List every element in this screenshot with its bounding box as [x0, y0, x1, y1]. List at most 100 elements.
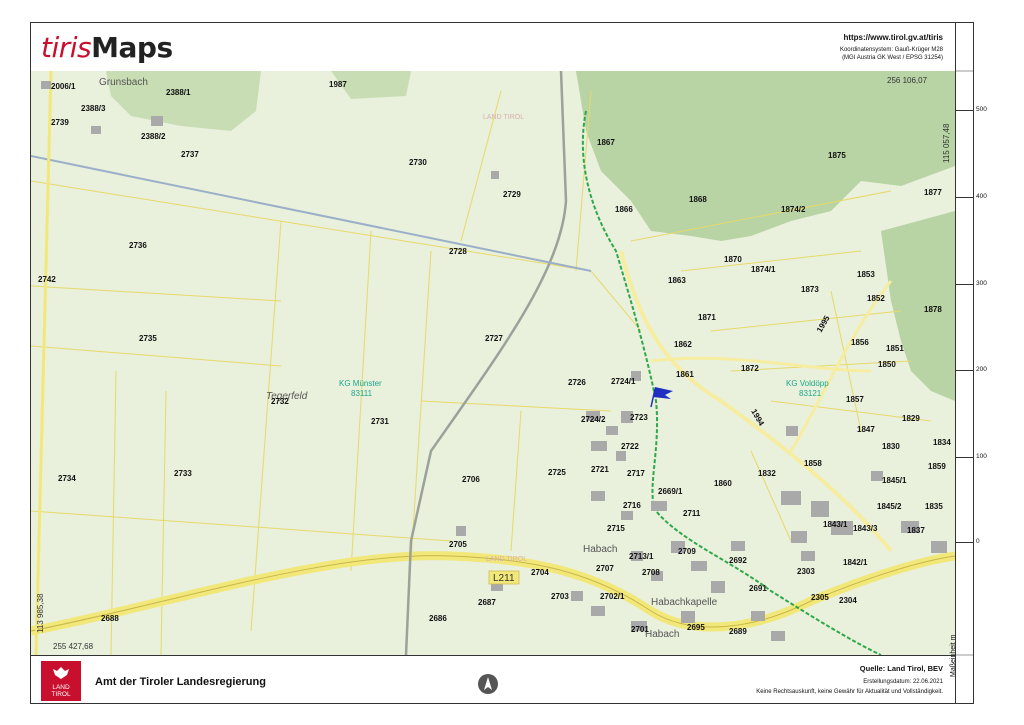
parcel-label: 1851	[886, 344, 904, 353]
parcel-label: 1843/3	[853, 524, 878, 533]
parcel-label: 1868	[689, 195, 707, 204]
parcel-label: 1866	[615, 205, 633, 214]
parcel-label: 2704	[531, 568, 549, 577]
parcel-label: 2304	[839, 596, 857, 605]
parcel-label: 1850	[878, 360, 896, 369]
parcel-label: 2705	[449, 540, 467, 549]
parcel-label: 1863	[668, 276, 686, 285]
scale-tick	[955, 370, 973, 371]
parcel-label: 1847	[857, 425, 875, 434]
parcel-label: 1860	[714, 479, 732, 488]
parcel-label: 2006/1	[51, 82, 76, 91]
parcel-label: 2689	[729, 627, 747, 636]
place-habach-2: Habach	[645, 629, 679, 640]
parcel-label: 2703	[551, 592, 569, 601]
scale-tick-label: 200	[976, 366, 987, 373]
coord-system: Koordinatensystem: Gauß-Krüger M28 (MGI …	[839, 47, 943, 61]
parcel-label: 2731	[371, 417, 389, 426]
tiris-url-link[interactable]: https://www.tirol.gv.at/tiris	[840, 33, 943, 42]
parcel-label: 2733	[174, 469, 192, 478]
parcel-label: 1829	[902, 414, 920, 423]
source-label: Quelle: Land Tirol, BEV	[859, 664, 943, 673]
parcel-label: 2707	[596, 564, 614, 573]
parcel-label: 1843/1	[823, 520, 848, 529]
scale-bar	[955, 23, 974, 703]
disclaimer: Keine Rechtsauskunft, keine Gewähr für A…	[756, 689, 943, 695]
source-info: Quelle: Land Tirol, BEV Erstellungsdatum…	[756, 664, 943, 695]
tiris-maps-logo: tirisMaps	[41, 31, 173, 64]
parcel-label: 2388/1	[166, 88, 191, 97]
district-kg-voldoepp-code: 83121	[799, 389, 822, 398]
parcel-label: 2702/1	[600, 592, 625, 601]
scale-tick	[955, 197, 973, 198]
parcel-label: 2695	[687, 623, 705, 632]
parcel-label: 2388/2	[141, 132, 166, 141]
land-tirol-coat-of-arms: LAND TIROL	[41, 661, 81, 701]
map-svg[interactable]: LAND TIROL LAND TIROL L211 Grunsbach Teg…	[31, 71, 955, 655]
parcel-label: 1878	[924, 305, 942, 314]
office-name: Amt der Tiroler Landesregierung	[95, 676, 266, 688]
corner-coord-bottom-left: 255 427,68	[53, 642, 94, 651]
parcel-label: 1987	[329, 80, 347, 89]
parcel-label: 1871	[698, 313, 716, 322]
parcel-label: 2736	[129, 241, 147, 250]
parcel-label: 2305	[811, 593, 829, 602]
scale-tick-label: 400	[976, 193, 987, 200]
parcel-label: 2727	[485, 334, 503, 343]
parcel-label: 1873	[801, 285, 819, 294]
parcel-label: 2728	[449, 247, 467, 256]
parcel-label: 2711	[683, 509, 701, 518]
road-label-l211: L211	[493, 573, 515, 584]
parcel-label: 2735	[139, 334, 157, 343]
corner-coord-left-vertical: 113 985,38	[36, 593, 45, 633]
parcel-label: 2739	[51, 118, 69, 127]
parcel-label: 1832	[758, 469, 776, 478]
parcel-label: 1835	[925, 502, 943, 511]
parcel-label: 2706	[462, 475, 480, 484]
parcel-label: 1842/1	[843, 558, 868, 567]
parcel-label: 2730	[409, 158, 427, 167]
place-habach: Habach	[583, 544, 617, 555]
parcel-label: 2723	[630, 413, 648, 422]
parcel-label: 2701	[631, 625, 649, 634]
parcel-label: 2716	[623, 501, 641, 510]
print-frame: tirisMaps https://www.tirol.gv.at/tiris …	[30, 22, 974, 704]
parcel-label: 1845/1	[882, 476, 907, 485]
parcel-label: 2709	[678, 547, 696, 556]
parcel-label: 1856	[851, 338, 869, 347]
watermark-land-tirol: LAND TIROL	[483, 114, 524, 121]
place-grunsbach: Grunsbach	[99, 77, 148, 88]
parcel-label: 2388/3	[81, 104, 106, 113]
parcel-label: 2669/1	[658, 487, 683, 496]
parcel-label: 1857	[846, 395, 864, 404]
watermark-land-tirol: LAND TIROL	[486, 556, 527, 563]
north-arrow-icon	[478, 674, 498, 694]
parcel-label: 1830	[882, 442, 900, 451]
corner-coord-right-vertical: 115 057,48	[942, 123, 951, 163]
parcel-label: 2742	[38, 275, 56, 284]
footer: LAND TIROL Amt der Tiroler Landesregieru…	[31, 655, 955, 704]
scale-tick	[955, 457, 973, 458]
parcel-label: 1845/2	[877, 502, 902, 511]
parcel-label: 2737	[181, 150, 199, 159]
parcel-label: 2724/1	[611, 377, 636, 386]
parcel-label: 2692	[729, 556, 747, 565]
parcel-label: 2691	[749, 584, 767, 593]
parcel-label: 2734	[58, 474, 76, 483]
parcel-label: 1837	[907, 526, 925, 535]
parcel-label: 2687	[478, 598, 496, 607]
scale-tick-label: 0	[976, 538, 980, 545]
parcel-label: 1875	[828, 151, 846, 160]
parcel-label: 2303	[797, 567, 815, 576]
scale-tick-label: 300	[976, 280, 987, 287]
parcel-label: 1861	[676, 370, 694, 379]
parcel-label: 1870	[724, 255, 742, 264]
scale-tick	[955, 110, 973, 111]
parcel-label: 1874/2	[781, 205, 806, 214]
map-canvas[interactable]: LAND TIROL LAND TIROL L211 Grunsbach Teg…	[31, 71, 955, 655]
parcel-label: 2715	[607, 524, 625, 533]
scale-tick-label: 100	[976, 453, 987, 460]
parcel-label: 1852	[867, 294, 885, 303]
creation-date: Erstellungsdatum: 22.06.2021	[863, 679, 943, 685]
district-kg-muenster: KG Münster	[339, 379, 382, 388]
